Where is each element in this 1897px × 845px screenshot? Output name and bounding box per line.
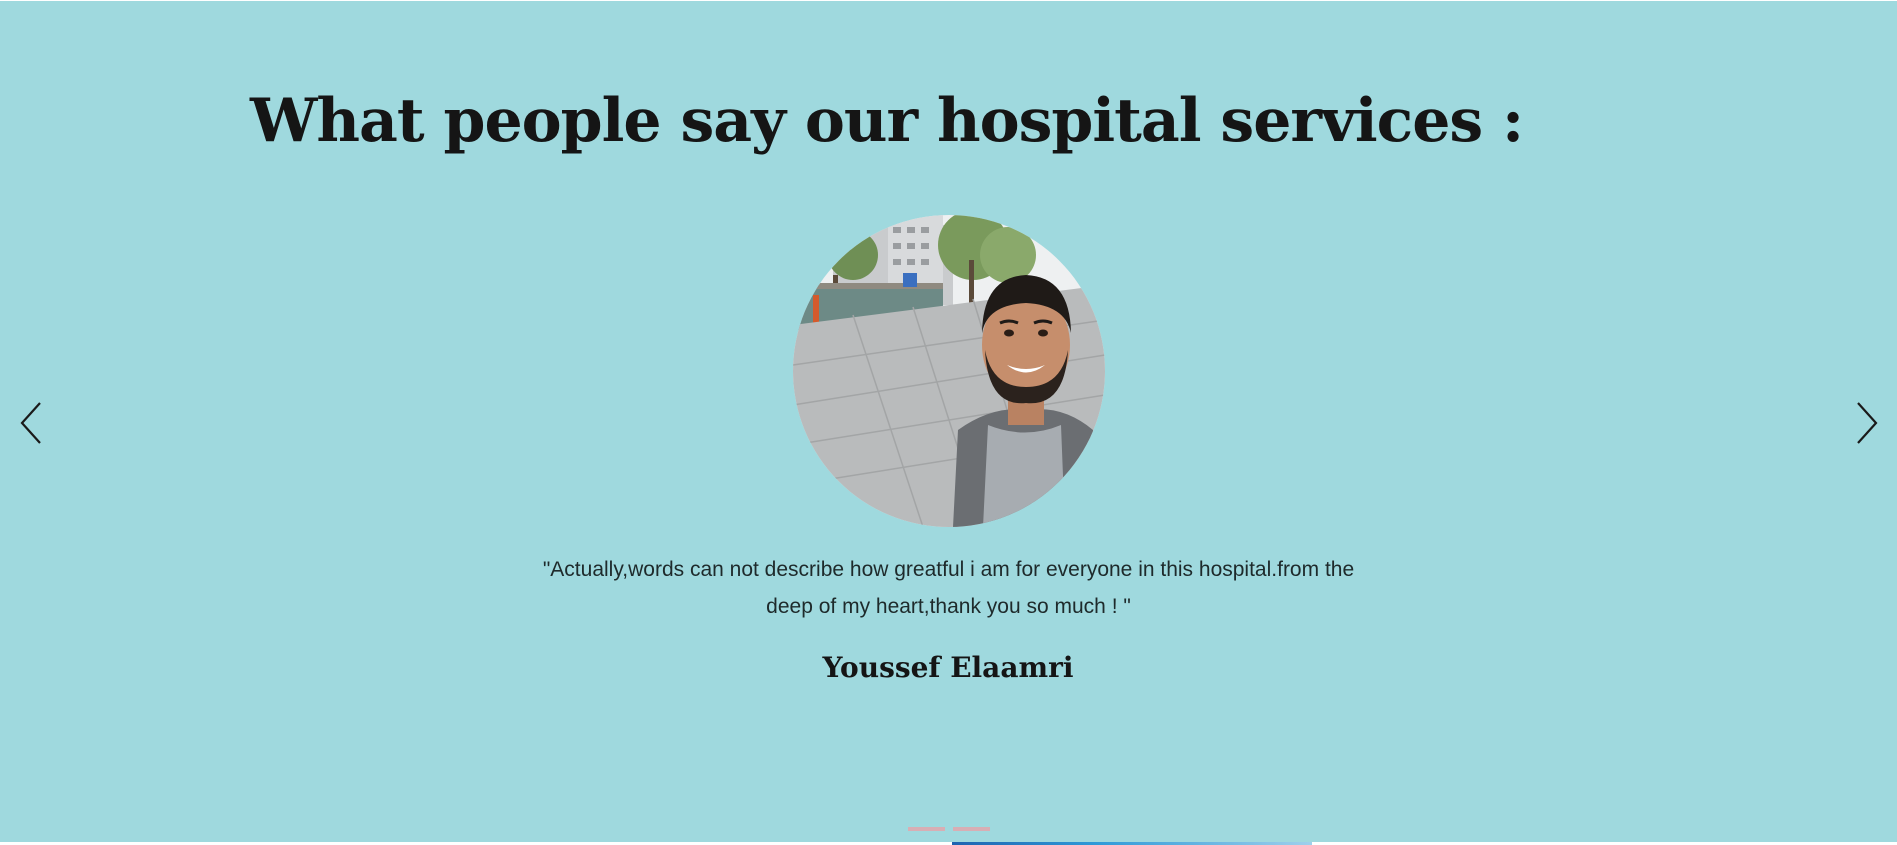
carousel-indicators [908,827,990,831]
carousel-next-button[interactable] [1852,400,1882,446]
chevron-left-icon [20,402,41,444]
testimonial-quote: "Actually,words can not describe how gre… [542,558,1355,618]
portrait-photo [793,215,1105,527]
carousel-indicator-2[interactable] [953,827,990,831]
chevron-right-icon [1857,402,1878,444]
testimonial-avatar [793,215,1105,527]
testimonial-author: Youssef Elaamri [822,651,1074,684]
testimonials-section: What people say our hospital services : [0,1,1897,842]
carousel-prev-button[interactable] [16,400,46,446]
carousel-indicator-1[interactable] [908,827,945,831]
section-heading: What people say our hospital services : [250,86,1524,156]
